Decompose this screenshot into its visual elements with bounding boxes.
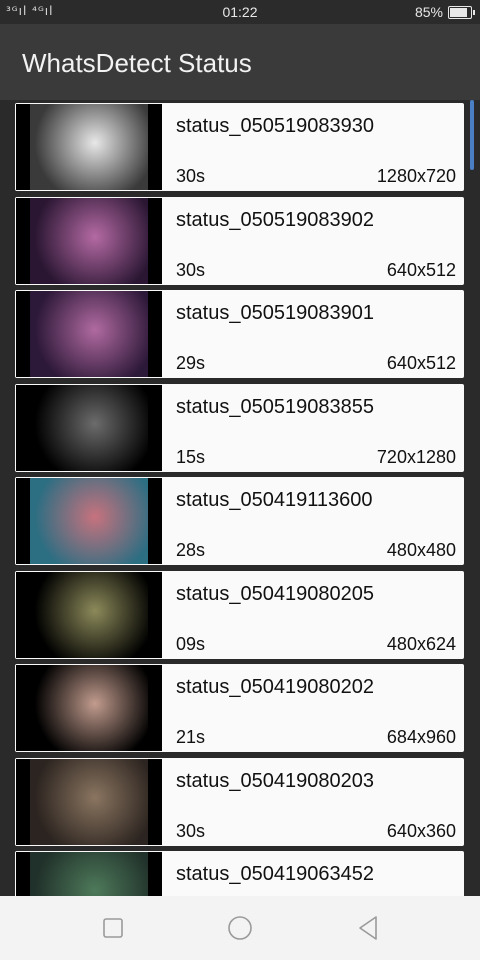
- video-thumbnail: [16, 571, 162, 658]
- file-name: status_050519083902: [176, 208, 374, 231]
- resolution: 480x624: [386, 633, 456, 654]
- status-list[interactable]: status_050519083930 30s 1280x720 status_050…: [0, 100, 480, 896]
- video-thumbnail: [16, 478, 162, 564]
- video-thumbnail: [16, 104, 162, 190]
- list-item[interactable]: status_050519083855 15s 720x1280: [15, 383, 464, 472]
- resolution: 640x512: [386, 259, 456, 280]
- page-title: WhatsDetect Status: [22, 48, 252, 78]
- resolution: 684x960: [386, 727, 456, 747]
- list-item[interactable]: status_050419080205 09s 480x624: [15, 570, 464, 659]
- file-name: status_050519083855: [176, 395, 374, 418]
- file-name: status_050519083930: [176, 115, 374, 137]
- video-thumbnail: [16, 197, 162, 284]
- duration: 21s: [176, 727, 206, 747]
- video-thumbnail: [16, 852, 162, 896]
- file-name: status_050419113600: [176, 489, 373, 511]
- circle-icon: [228, 916, 252, 940]
- video-thumbnail: [16, 665, 162, 751]
- battery-status: 85%: [414, 4, 475, 20]
- file-name: status_050419080205: [176, 582, 374, 605]
- duration: 15s: [176, 446, 206, 467]
- file-name: status_050419080203: [176, 769, 374, 792]
- file-name: status_050419063452: [176, 863, 374, 885]
- duration: 28s: [176, 540, 206, 560]
- list-item[interactable]: status_050419063452: [15, 851, 464, 896]
- list-item[interactable]: status_050519083902 30s 640x512: [15, 196, 464, 285]
- duration: 30s: [176, 820, 206, 841]
- scrollbar[interactable]: [470, 100, 474, 170]
- recent-apps-button[interactable]: [99, 914, 127, 942]
- resolution: 480x480: [386, 540, 456, 560]
- list-item[interactable]: status_050519083930 30s 1280x720: [15, 103, 464, 191]
- duration: 30s: [176, 166, 206, 186]
- square-icon: [103, 918, 123, 938]
- home-button[interactable]: [226, 914, 254, 942]
- resolution: 720x1280: [376, 446, 456, 467]
- list-item[interactable]: status_050419080203 30s 640x360: [15, 757, 464, 846]
- list-item[interactable]: status_050419080202 21s 684x960: [15, 664, 464, 752]
- list-item[interactable]: status_050519083901 29s 640x512: [15, 290, 464, 378]
- app-bar: WhatsDetect Status: [0, 24, 480, 100]
- clock: 01:22: [222, 4, 258, 20]
- list-item[interactable]: status_050419113600 28s 480x480: [15, 477, 464, 565]
- resolution: 1280x720: [376, 166, 456, 186]
- duration: 09s: [176, 633, 206, 654]
- back-button[interactable]: [354, 914, 382, 942]
- resolution: 640x512: [386, 353, 456, 373]
- duration: 29s: [176, 353, 206, 373]
- video-thumbnail: [16, 758, 162, 845]
- battery-percent: 85%: [414, 4, 443, 20]
- resolution: 640x360: [386, 820, 456, 841]
- video-thumbnail: [16, 384, 162, 471]
- navigation-bar: [0, 896, 480, 960]
- triangle-icon: [359, 916, 377, 940]
- file-name: status_050519083901: [176, 302, 374, 324]
- duration: 30s: [176, 259, 206, 280]
- video-thumbnail: [16, 291, 162, 377]
- file-name: status_050419080202: [176, 676, 374, 698]
- battery-icon: [448, 5, 475, 19]
- status-bar: ³ᴳıl ⁴ᴳıl 01:22 85%: [0, 0, 480, 24]
